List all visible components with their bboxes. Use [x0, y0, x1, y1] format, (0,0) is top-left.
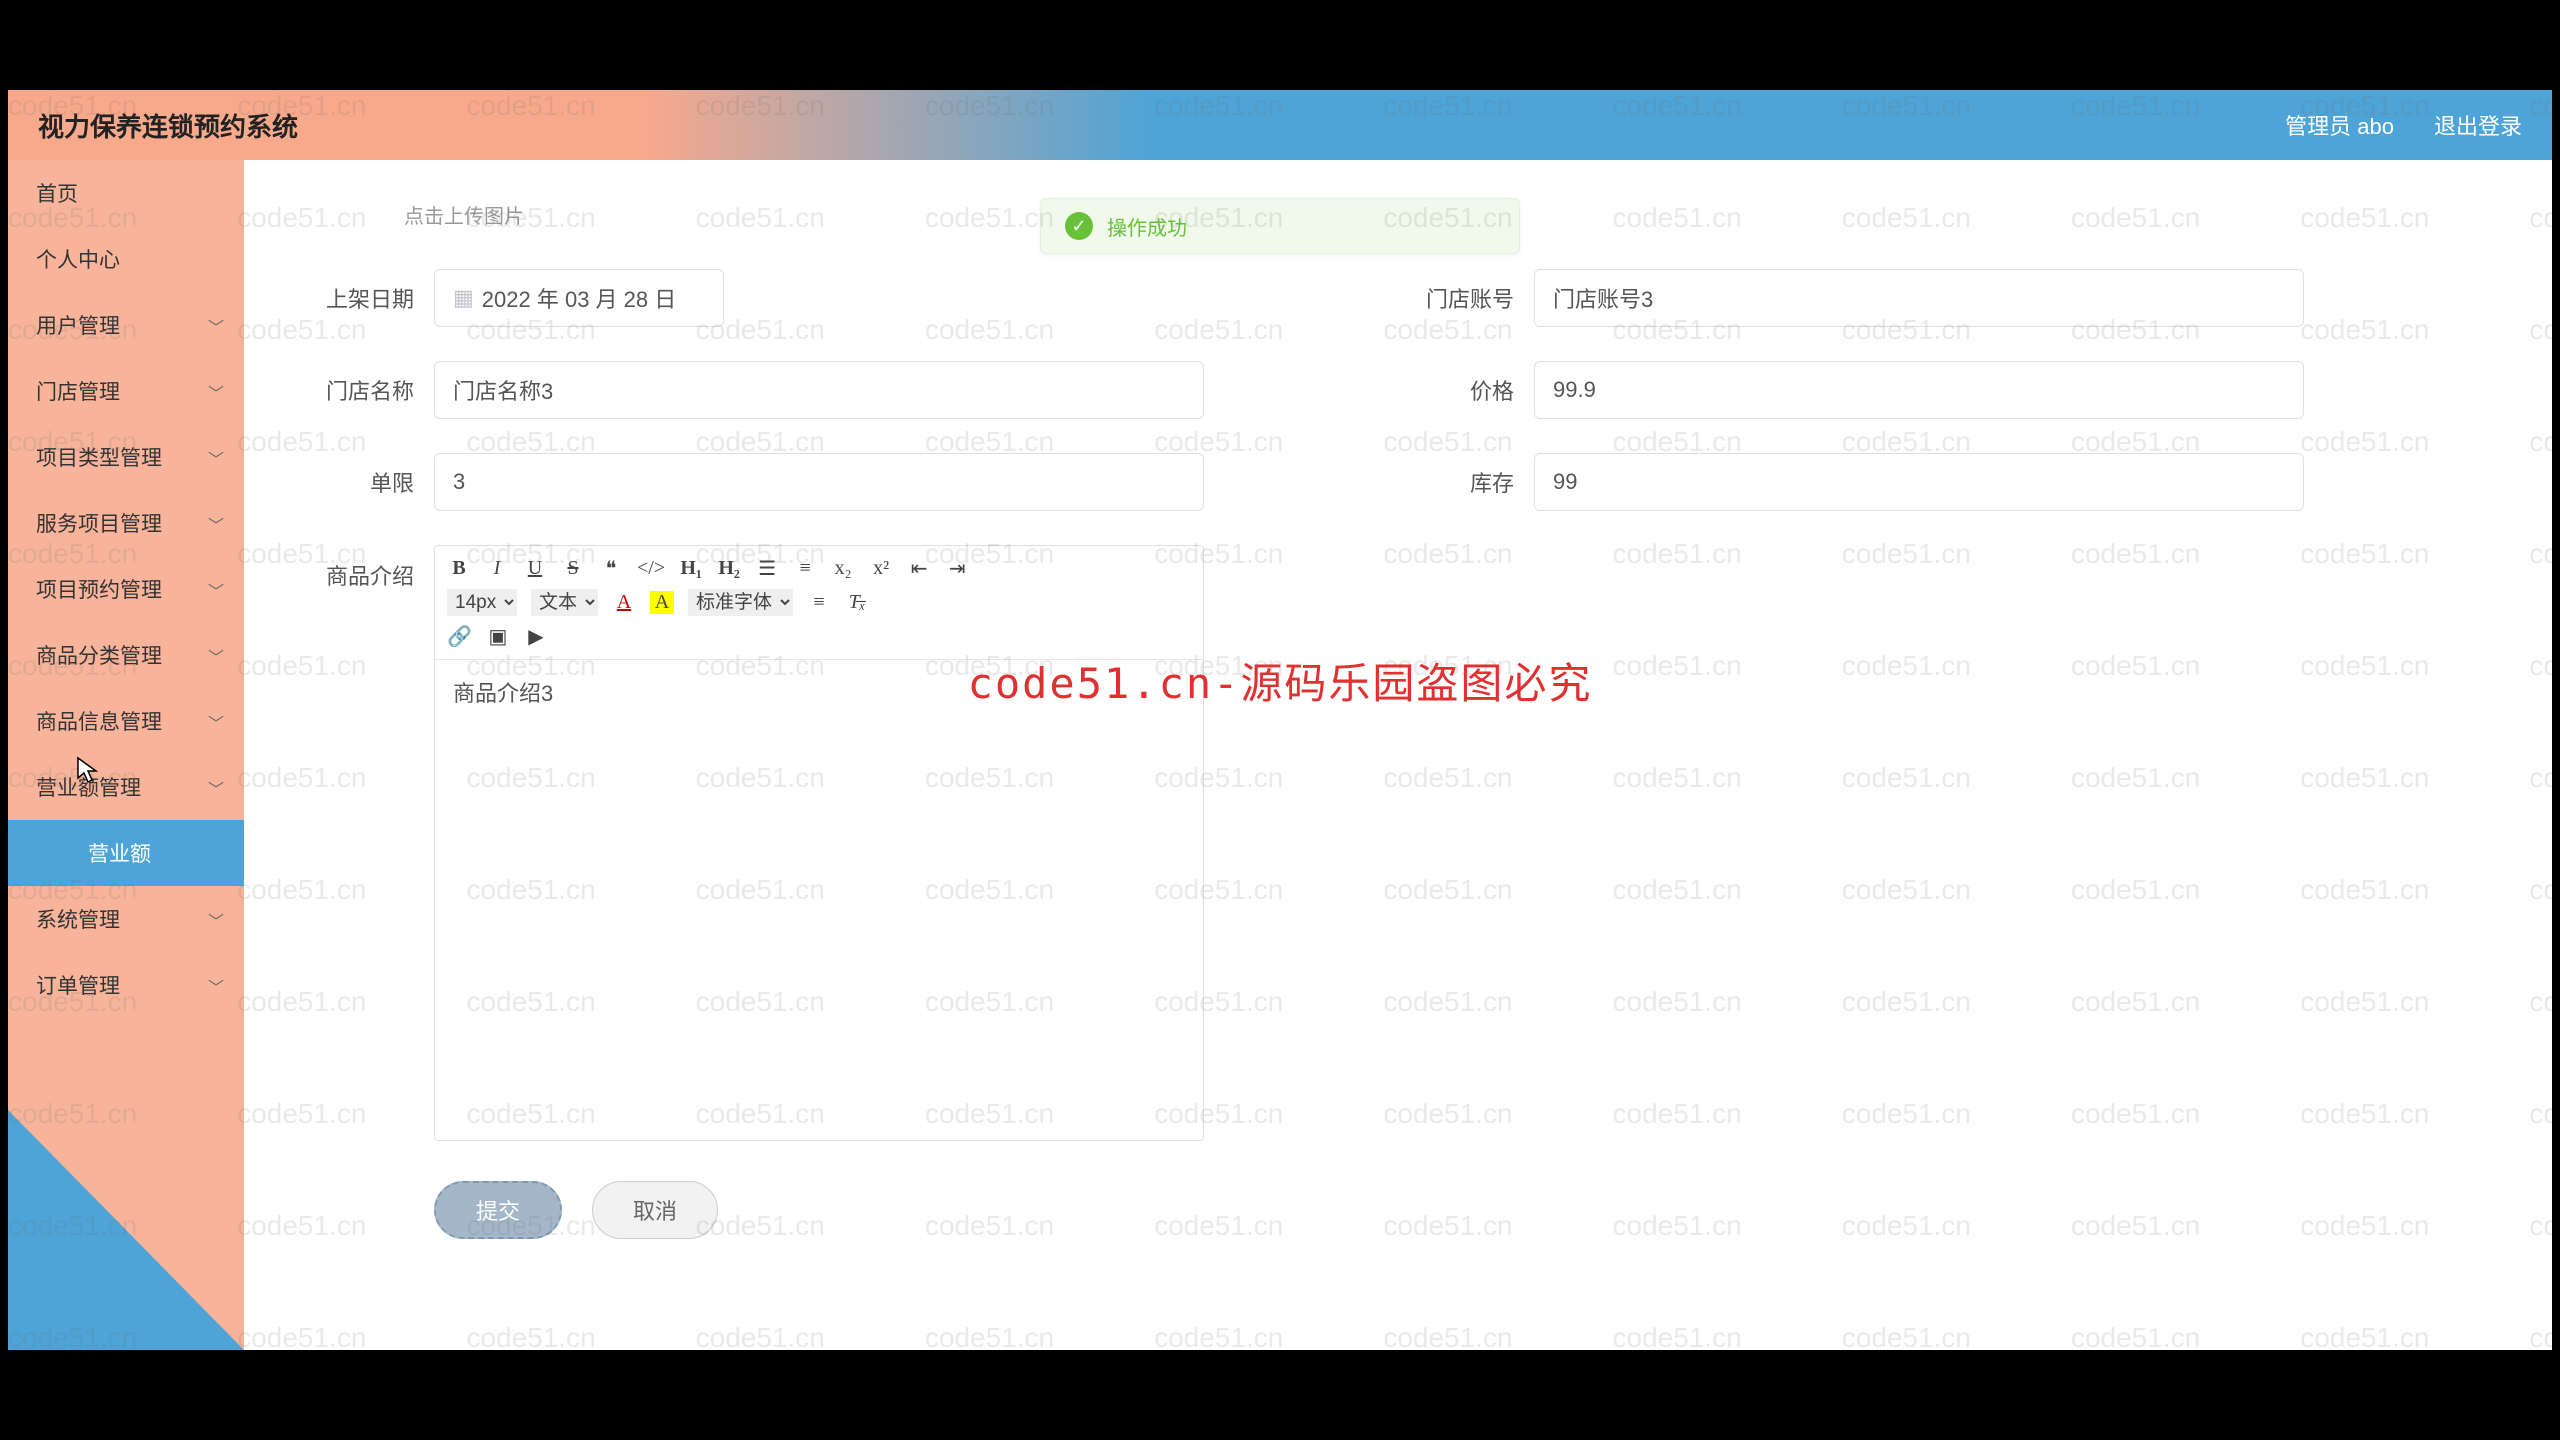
sidebar: 首页 个人中心 用户管理 ﹀ 门店管理 ﹀ 项目类型管理 ﹀ 服务项目管理 ﹀ 项目预约…	[8, 160, 244, 1350]
editor-toolbar: B I U S ❝ </> H₁ H₂ ☰ ≡ x₂	[435, 546, 1203, 660]
app-title: 视力保养连锁预约系统	[38, 107, 298, 144]
success-toast: ✓ 操作成功	[1040, 198, 1520, 254]
video-icon[interactable]: ▶	[524, 624, 548, 649]
content-area: 点击上传图片 上架日期 ▦ 2022 年 03 月 28 日 门店账号 门店名称	[244, 160, 2552, 1350]
chevron-down-icon: ﹀	[208, 578, 224, 602]
code-icon[interactable]: </>	[637, 557, 665, 580]
text-type-select[interactable]: 文本	[531, 589, 598, 616]
ordered-list-icon[interactable]: ☰	[755, 556, 779, 581]
price-input[interactable]	[1534, 361, 2304, 419]
single-limit-label: 单限	[304, 466, 434, 498]
sidebar-item-users[interactable]: 用户管理 ﹀	[8, 292, 244, 358]
font-color-icon[interactable]: A	[612, 591, 636, 614]
image-icon[interactable]: ▣	[486, 624, 510, 649]
sidebar-item-label: 订单管理	[36, 975, 120, 998]
rich-text-editor: B I U S ❝ </> H₁ H₂ ☰ ≡ x₂	[434, 545, 1204, 1141]
stock-label: 库存	[1404, 466, 1534, 498]
editor-content[interactable]: 商品介绍3	[435, 660, 1203, 1140]
cancel-button[interactable]: 取消	[592, 1181, 718, 1239]
sidebar-item-project-type[interactable]: 项目类型管理 ﹀	[8, 424, 244, 490]
chevron-down-icon: ﹀	[208, 314, 224, 338]
price-label: 价格	[1404, 374, 1534, 406]
sidebar-item-label: 系统管理	[36, 909, 120, 932]
align-icon[interactable]: ≡	[807, 591, 831, 614]
store-name-input[interactable]	[434, 361, 1204, 419]
sidebar-decor	[8, 1110, 244, 1350]
clear-format-icon[interactable]: T̶ₓ	[845, 591, 869, 614]
h2-icon[interactable]: H₂	[717, 557, 741, 580]
chevron-down-icon: ﹀	[208, 974, 224, 998]
sidebar-item-revenue-mgmt[interactable]: 营业额管理 ﹀	[8, 754, 244, 820]
single-limit-input[interactable]	[434, 453, 1204, 511]
sidebar-item-product-category[interactable]: 商品分类管理 ﹀	[8, 622, 244, 688]
sidebar-item-home[interactable]: 首页	[8, 160, 244, 226]
indent-right-icon[interactable]: ⇥	[945, 556, 969, 581]
sidebar-item-label: 首页	[36, 183, 78, 206]
font-size-select[interactable]: 14px	[447, 589, 517, 616]
superscript-icon[interactable]: x²	[869, 557, 893, 580]
toast-text: 操作成功	[1107, 212, 1187, 241]
sidebar-item-system[interactable]: 系统管理 ﹀	[8, 886, 244, 952]
chevron-down-icon: ﹀	[208, 908, 224, 932]
chevron-down-icon: ﹀	[208, 512, 224, 536]
sidebar-item-service-project[interactable]: 服务项目管理 ﹀	[8, 490, 244, 556]
intro-label: 商品介绍	[304, 545, 434, 591]
bold-icon[interactable]: B	[447, 557, 471, 580]
sidebar-item-orders[interactable]: 订单管理 ﹀	[8, 952, 244, 1018]
bg-color-icon[interactable]: A	[650, 591, 674, 614]
store-account-label: 门店账号	[1404, 282, 1534, 314]
underline-icon[interactable]: U	[523, 557, 547, 580]
sidebar-item-label: 营业额	[88, 843, 151, 866]
indent-left-icon[interactable]: ⇤	[907, 556, 931, 581]
store-account-input[interactable]	[1534, 269, 2304, 327]
submit-button[interactable]: 提交	[434, 1181, 562, 1239]
sidebar-item-revenue[interactable]: 营业额	[8, 820, 244, 886]
chevron-down-icon: ﹀	[208, 776, 224, 800]
listing-date-value: 2022 年 03 月 28 日	[482, 282, 676, 314]
sidebar-item-label: 商品分类管理	[36, 645, 162, 668]
h1-icon[interactable]: H₁	[679, 557, 703, 580]
sidebar-item-label: 项目类型管理	[36, 447, 162, 470]
sidebar-item-label: 个人中心	[36, 249, 120, 272]
italic-icon[interactable]: I	[485, 557, 509, 580]
calendar-icon: ▦	[453, 285, 474, 311]
store-name-label: 门店名称	[304, 374, 434, 406]
chevron-down-icon: ﹀	[208, 710, 224, 734]
chevron-down-icon: ﹀	[208, 380, 224, 404]
user-label[interactable]: 管理员 abo	[2285, 109, 2394, 141]
unordered-list-icon[interactable]: ≡	[793, 557, 817, 580]
sidebar-item-product-info[interactable]: 商品信息管理 ﹀	[8, 688, 244, 754]
check-circle-icon: ✓	[1065, 212, 1093, 240]
quote-icon[interactable]: ❝	[599, 556, 623, 581]
sidebar-item-label: 项目预约管理	[36, 579, 162, 602]
logout-link[interactable]: 退出登录	[2434, 109, 2522, 141]
chevron-down-icon: ﹀	[208, 644, 224, 668]
sidebar-item-profile[interactable]: 个人中心	[8, 226, 244, 292]
stock-input[interactable]	[1534, 453, 2304, 511]
chevron-down-icon: ﹀	[208, 446, 224, 470]
sidebar-item-project-booking[interactable]: 项目预约管理 ﹀	[8, 556, 244, 622]
sidebar-item-stores[interactable]: 门店管理 ﹀	[8, 358, 244, 424]
sidebar-item-label: 商品信息管理	[36, 711, 162, 734]
font-family-select[interactable]: 标准字体	[688, 589, 793, 616]
listing-date-label: 上架日期	[304, 282, 434, 314]
link-icon[interactable]: 🔗	[447, 624, 472, 649]
app-header: 视力保养连锁预约系统 管理员 abo 退出登录	[8, 90, 2552, 160]
strike-icon[interactable]: S	[561, 557, 585, 580]
listing-date-input[interactable]: ▦ 2022 年 03 月 28 日	[434, 269, 724, 327]
subscript-icon[interactable]: x₂	[831, 557, 855, 580]
sidebar-item-label: 服务项目管理	[36, 513, 162, 536]
sidebar-item-label: 营业额管理	[36, 777, 141, 800]
sidebar-item-label: 门店管理	[36, 381, 120, 404]
sidebar-item-label: 用户管理	[36, 315, 120, 338]
